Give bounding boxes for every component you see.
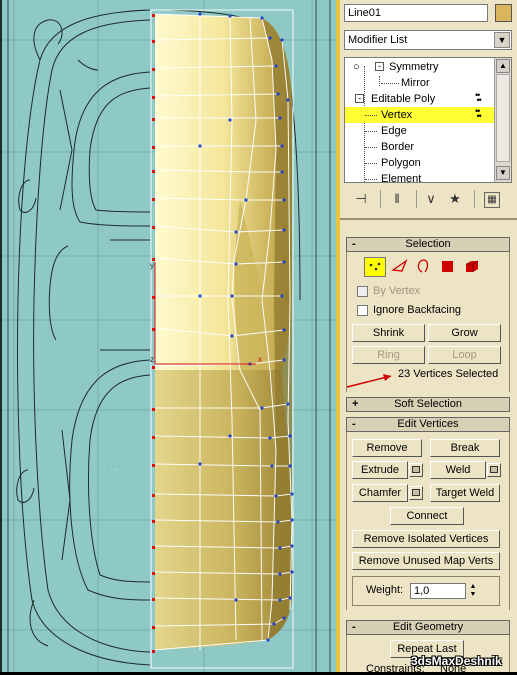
by-vertex-label: By Vertex <box>373 285 421 297</box>
stack-scrollbar[interactable]: ▲ ▼ <box>494 58 511 182</box>
stack-item-border[interactable]: Border <box>345 139 495 155</box>
stack-item-label: Edge <box>381 125 407 137</box>
svg-text:y: y <box>150 261 154 270</box>
modifier-stack[interactable]: ○ - Symmetry Mirror - Editable Poly •• •… <box>344 57 512 183</box>
weld-button[interactable]: Weld <box>430 461 486 479</box>
by-vertex-checkbox[interactable] <box>357 286 368 297</box>
extrude-button[interactable]: Extrude <box>352 461 408 479</box>
rollout-toggle: - <box>352 238 356 250</box>
object-name-field[interactable]: Line01 <box>344 4 488 22</box>
soft-selection-rollout-header[interactable]: + Soft Selection <box>346 397 510 412</box>
edge-mode-icon[interactable] <box>390 257 412 277</box>
stack-item-element[interactable]: Element <box>345 171 495 183</box>
stack-item-vertex[interactable]: Vertex •• •• <box>345 107 495 123</box>
svg-text:· · · ·: · · · · <box>100 462 121 473</box>
show-end-result-icon[interactable]: ‖ <box>388 190 406 208</box>
stack-item-label: Vertex <box>381 109 413 121</box>
element-mode-icon[interactable] <box>462 257 484 277</box>
chamfer-settings-icon[interactable] <box>409 486 423 500</box>
shrink-button[interactable]: Shrink <box>352 324 425 342</box>
annotation-arrow-icon <box>346 374 392 388</box>
rollout-title: Soft Selection <box>394 398 462 410</box>
vertex-mode-icon: •• •• <box>475 106 482 121</box>
lightbulb-icon[interactable]: ○ <box>353 59 360 75</box>
collapse-toggle-icon[interactable]: - <box>375 62 384 71</box>
make-unique-icon[interactable]: ∨ <box>422 190 440 208</box>
vertex-mode-icon: •• •• <box>475 90 482 105</box>
chamfer-button[interactable]: Chamfer <box>352 484 408 502</box>
svg-text:· · ·: · · · <box>18 122 33 133</box>
break-button[interactable]: Break <box>430 439 500 457</box>
svg-text:x: x <box>258 355 262 364</box>
weight-label: Weight: <box>366 584 404 596</box>
scroll-thumb[interactable] <box>496 74 510 162</box>
ring-button[interactable]: Ring <box>352 346 425 364</box>
scroll-down-icon[interactable]: ▼ <box>496 166 510 180</box>
stack-item-label: Symmetry <box>389 61 439 73</box>
rollout-title: Edit Geometry <box>392 621 464 633</box>
stack-item-label: Polygon <box>381 157 421 169</box>
rollout-toggle: + <box>352 398 359 410</box>
stack-item-editable-poly[interactable]: - Editable Poly •• •• <box>345 91 495 107</box>
collapse-toggle-icon[interactable]: - <box>355 94 364 103</box>
remove-unused-map-verts-button[interactable]: Remove Unused Map Verts <box>352 552 500 570</box>
grow-button[interactable]: Grow <box>428 324 501 342</box>
panel-divider <box>340 218 517 220</box>
rollout-title: Edit Vertices <box>397 418 459 430</box>
stack-item-edge[interactable]: Edge <box>345 123 495 139</box>
polygon-mode-icon[interactable] <box>438 257 460 277</box>
rollout-toggle: - <box>352 418 356 430</box>
viewport-scene: · · · · · · · x y z <box>0 0 336 672</box>
weight-spinner[interactable]: 1,0 <box>410 583 466 599</box>
edit-vertices-rollout-header[interactable]: - Edit Vertices <box>346 417 510 432</box>
svg-text:z: z <box>150 355 154 364</box>
remove-modifier-icon[interactable]: ★ <box>446 190 464 208</box>
rollout-toggle: - <box>352 621 356 633</box>
extrude-settings-icon[interactable] <box>409 463 423 477</box>
stack-item-label: Editable Poly <box>371 93 436 105</box>
scroll-up-icon[interactable]: ▲ <box>496 59 510 73</box>
edit-geometry-rollout-header[interactable]: - Edit Geometry <box>346 620 510 635</box>
stack-item-label: Border <box>381 141 415 153</box>
object-color-swatch[interactable] <box>495 4 512 22</box>
spinner-arrows-icon[interactable]: ▲ ▼ <box>468 583 478 599</box>
ignore-backfacing-label: Ignore Backfacing <box>373 304 462 316</box>
modifier-list-dropdown[interactable]: Modifier List ▼ <box>344 30 512 50</box>
selection-status: 23 Vertices Selected <box>398 368 499 380</box>
stack-item-symmetry[interactable]: ○ - Symmetry <box>345 59 495 75</box>
configure-modifier-sets-icon[interactable]: ▦ <box>484 192 500 208</box>
watermark: 3dsMaxDeshnik <box>411 654 502 668</box>
viewport-left-border <box>0 0 2 672</box>
remove-isolated-vertices-button[interactable]: Remove Isolated Vertices <box>352 530 500 548</box>
viewport-active-border <box>336 0 340 672</box>
remove-button[interactable]: Remove <box>352 439 422 457</box>
modifier-list-label: Modifier List <box>348 34 408 46</box>
stack-item-polygon[interactable]: Polygon <box>345 155 495 171</box>
loop-button[interactable]: Loop <box>428 346 501 364</box>
rollout-title: Selection <box>405 238 451 250</box>
stack-toolbar: ⊣ ‖ ∨ ★ ▦ <box>344 188 512 212</box>
weld-settings-icon[interactable] <box>487 463 501 477</box>
vertex-mode-icon[interactable] <box>364 257 386 277</box>
ignore-backfacing-checkbox[interactable] <box>357 305 368 316</box>
stack-item-label: Mirror <box>401 77 430 89</box>
stack-item-label: Element <box>381 173 422 183</box>
pin-stack-icon[interactable]: ⊣ <box>352 190 370 208</box>
border-mode-icon[interactable] <box>414 257 436 277</box>
connect-button[interactable]: Connect <box>390 507 464 525</box>
perspective-viewport[interactable]: · · · · · · · x y z <box>0 0 336 672</box>
selection-rollout-header[interactable]: - Selection <box>346 237 510 252</box>
stack-item-mirror[interactable]: Mirror <box>345 75 495 91</box>
chevron-down-icon[interactable]: ▼ <box>494 32 510 48</box>
target-weld-button[interactable]: Target Weld <box>430 484 500 502</box>
